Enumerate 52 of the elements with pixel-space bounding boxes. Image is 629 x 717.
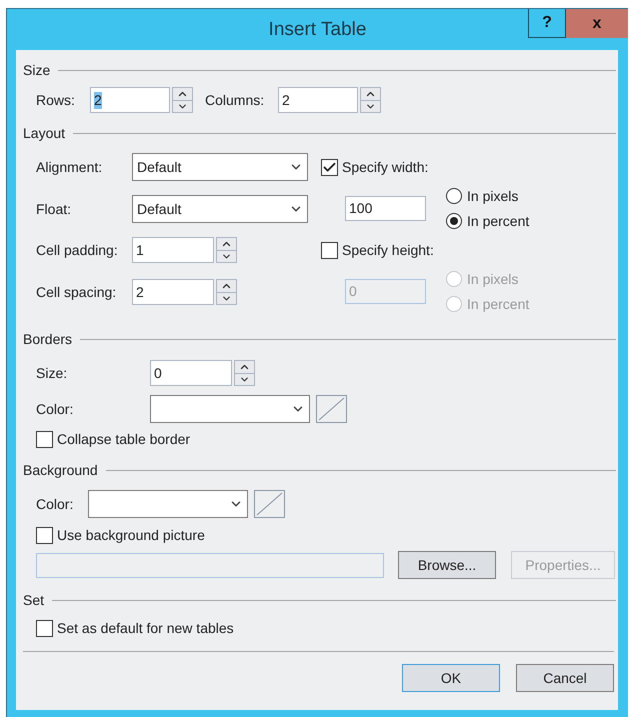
field-label: Cell padding: xyxy=(36,240,119,260)
dropdown[interactable]: Default xyxy=(132,195,308,223)
radio-button[interactable] xyxy=(446,188,462,204)
number-field[interactable]: 2 xyxy=(132,279,214,305)
field-label: Rows: xyxy=(36,90,76,110)
field-label: Columns: xyxy=(205,90,266,110)
group-legend: Borders xyxy=(23,331,72,347)
radio-label: In percent xyxy=(467,294,530,314)
checkbox-label: Use background picture xyxy=(57,526,205,545)
radio-label: In pixels xyxy=(467,186,518,206)
spinner[interactable] xyxy=(234,360,255,386)
field-label: Color: xyxy=(36,494,74,514)
field-label: Alignment: xyxy=(36,158,104,177)
checkbox[interactable] xyxy=(36,620,53,636)
color-swatch[interactable] xyxy=(316,395,347,423)
dialog-button[interactable]: Browse... xyxy=(398,551,496,579)
number-field[interactable]: 2 xyxy=(90,87,170,113)
spinner[interactable] xyxy=(216,237,237,263)
field-label: Cell spacing: xyxy=(36,282,118,302)
group-legend: Layout xyxy=(23,125,66,141)
dropdown[interactable] xyxy=(150,395,310,423)
radio-label: In percent xyxy=(467,212,530,231)
number-field[interactable]: 1 xyxy=(132,237,214,263)
field-label: Size: xyxy=(36,364,68,382)
spinner[interactable] xyxy=(172,87,193,113)
checkbox-label: Specify height: xyxy=(342,240,434,260)
checkbox-label: Collapse table border xyxy=(57,430,190,449)
checkbox-label: Specify width: xyxy=(342,158,428,177)
dialog-button[interactable]: OK xyxy=(402,664,500,692)
width-field[interactable]: 100 xyxy=(345,196,426,221)
window-title: Insert Table xyxy=(268,18,368,42)
dropdown[interactable] xyxy=(88,490,248,518)
field-label: Float: xyxy=(36,200,72,218)
help-button[interactable]: ? xyxy=(528,9,566,38)
field-label: Color: xyxy=(36,400,74,418)
radio-button[interactable] xyxy=(446,213,462,229)
group-legend: Background xyxy=(23,462,98,478)
checkbox[interactable] xyxy=(36,430,53,448)
spinner[interactable] xyxy=(360,87,381,113)
close-button[interactable]: x xyxy=(566,9,628,38)
group-legend: Size xyxy=(23,62,50,78)
dialog-button[interactable]: Cancel xyxy=(516,664,614,692)
checkbox[interactable] xyxy=(321,158,338,176)
radio-label: In pixels xyxy=(467,270,518,289)
checkbox[interactable] xyxy=(36,526,53,544)
number-field[interactable]: 2 xyxy=(278,87,358,113)
group-legend: Set xyxy=(23,592,44,608)
spinner[interactable] xyxy=(216,279,237,305)
color-swatch[interactable] xyxy=(254,490,285,518)
number-field[interactable]: 0 xyxy=(150,360,232,386)
checkbox-label: Set as default for new tables xyxy=(57,618,234,638)
dropdown[interactable]: Default xyxy=(132,153,308,181)
